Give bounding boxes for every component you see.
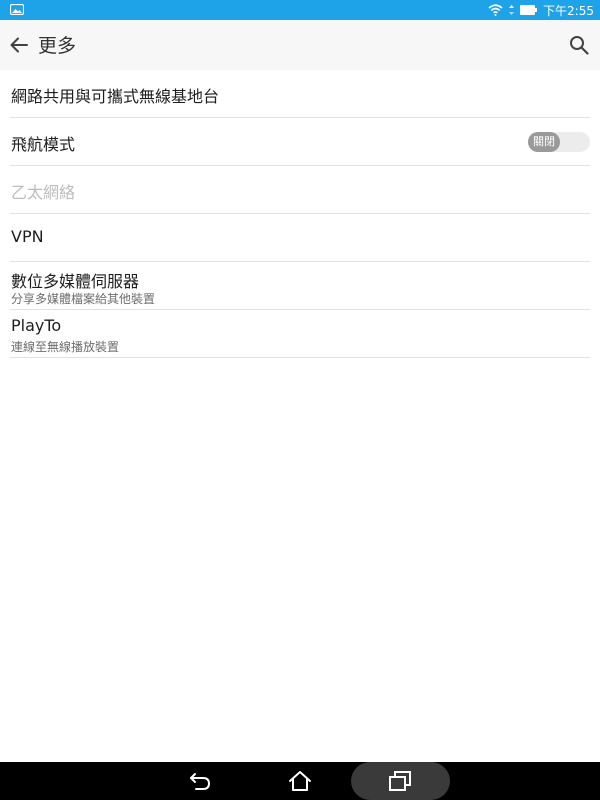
gallery-notification-icon: [10, 4, 24, 15]
setting-title: 乙太網絡: [11, 183, 76, 202]
page-title: 更多: [38, 35, 77, 57]
setting-title: 網路共用與可攜式無線基地台: [11, 87, 220, 106]
nav-home-button[interactable]: [287, 769, 313, 793]
back-nav-icon: [190, 773, 211, 790]
settings-list: 網路共用與可攜式無線基地台 飛航模式 關閉 乙太網絡 VPN 數位多媒體伺服器 …: [0, 70, 600, 358]
status-icons: 下午2:55: [488, 0, 594, 20]
setting-title: PlayTo: [11, 316, 62, 335]
setting-media-server[interactable]: 數位多媒體伺服器 分享多媒體檔案給其他裝置: [10, 262, 590, 310]
setting-tethering-hotspot[interactable]: 網路共用與可攜式無線基地台: [10, 70, 590, 118]
setting-playto[interactable]: PlayTo 連線至無線播放裝置: [10, 310, 590, 358]
data-arrows-icon: [509, 5, 515, 15]
battery-icon: [520, 5, 538, 15]
wifi-icon: [488, 4, 503, 16]
arrow-left-icon: [10, 37, 28, 53]
setting-vpn[interactable]: VPN: [10, 214, 590, 262]
toggle-thumb: 關閉: [528, 132, 560, 152]
status-bar: 下午2:55: [0, 0, 600, 20]
airplane-mode-toggle[interactable]: 關閉: [528, 132, 590, 152]
nav-recents-button[interactable]: [387, 769, 413, 793]
back-button[interactable]: [6, 32, 32, 58]
setting-airplane-mode[interactable]: 飛航模式 關閉: [10, 118, 590, 166]
setting-title: VPN: [11, 227, 44, 246]
search-icon: [570, 36, 589, 55]
setting-title: 數位多媒體伺服器: [11, 272, 140, 291]
home-icon: [289, 771, 311, 791]
nav-bar: [0, 762, 600, 800]
setting-title: 飛航模式: [11, 135, 76, 154]
recents-icon: [389, 771, 411, 791]
setting-ethernet: 乙太網絡: [10, 166, 590, 214]
nav-back-button[interactable]: [187, 769, 213, 793]
setting-subtitle: 分享多媒體檔案給其他裝置: [11, 292, 156, 306]
search-button[interactable]: [566, 32, 592, 58]
status-time: 下午2:55: [543, 3, 594, 18]
app-bar: 更多: [0, 20, 600, 70]
setting-subtitle: 連線至無線播放裝置: [11, 340, 120, 354]
